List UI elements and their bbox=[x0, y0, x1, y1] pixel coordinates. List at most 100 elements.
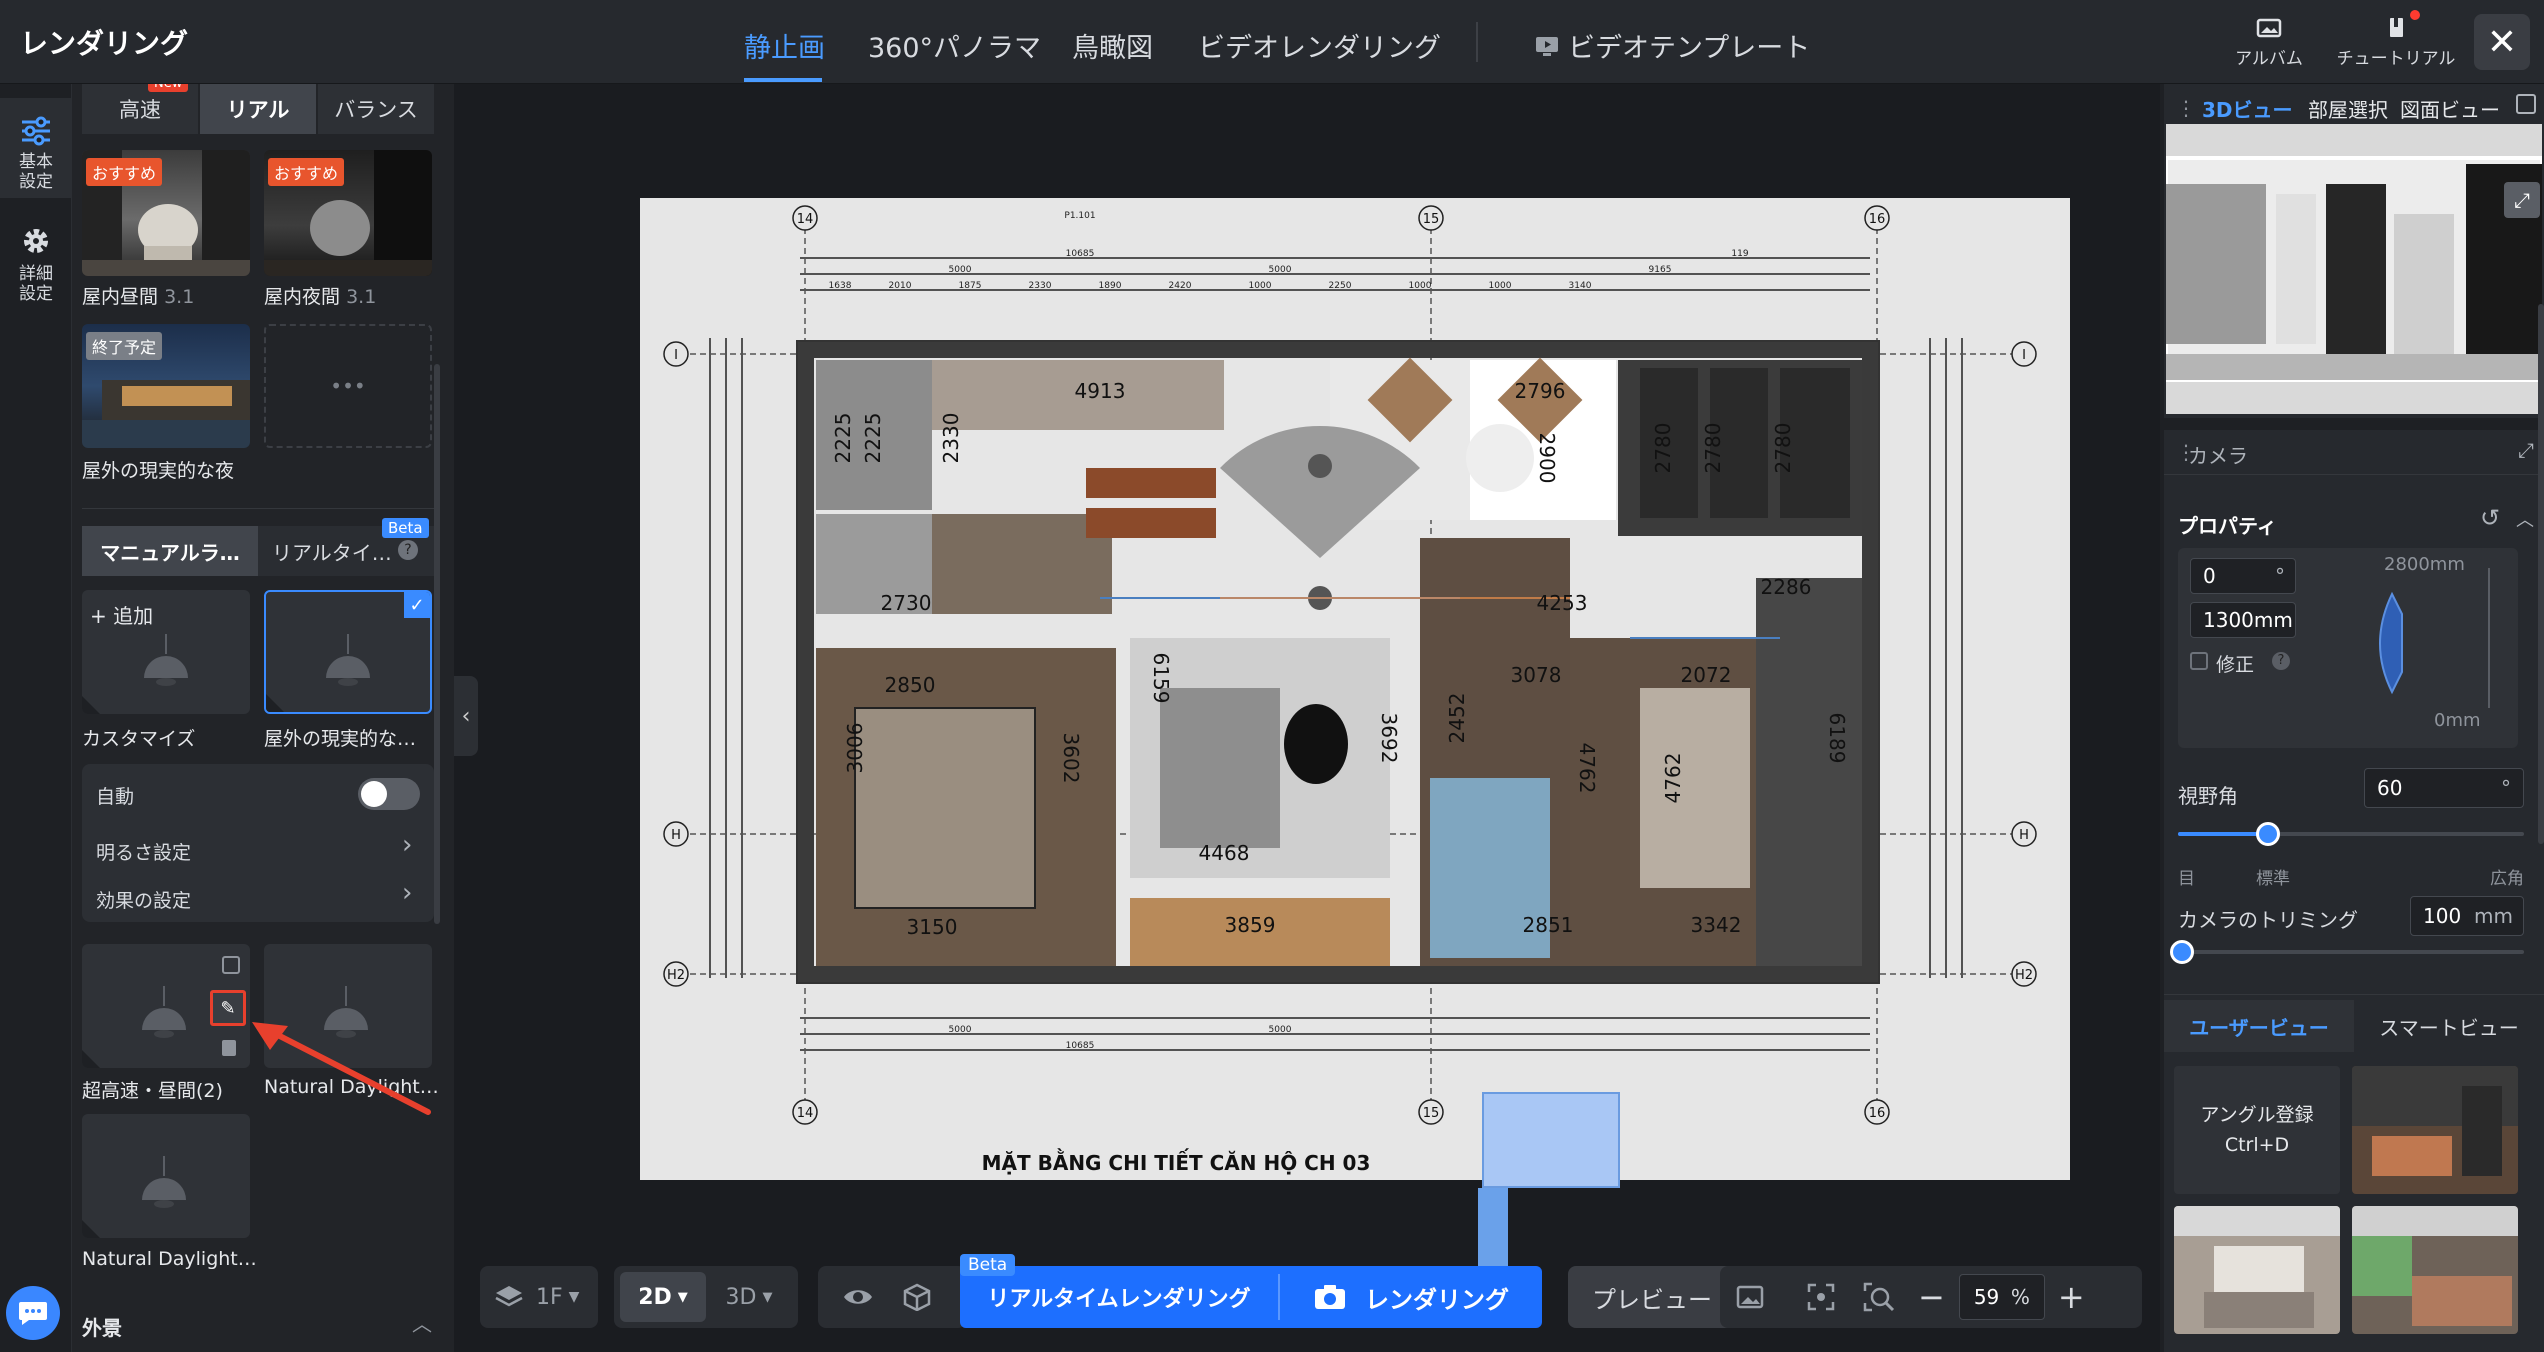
cube-icon[interactable] bbox=[902, 1283, 932, 1311]
zoom-in-button[interactable]: + bbox=[2058, 1278, 2085, 1316]
more-presets-button[interactable]: ••• bbox=[264, 324, 432, 448]
rail-basic-settings[interactable]: 基本設定 bbox=[0, 98, 72, 198]
rail-detail-settings[interactable]: 詳細設定 bbox=[0, 224, 72, 324]
saved-light-card[interactable] bbox=[82, 1114, 250, 1238]
preset-indoor-night[interactable]: おすすめ bbox=[264, 150, 432, 276]
svg-text:2420: 2420 bbox=[1169, 281, 1192, 291]
tab-manual-light[interactable]: マニュアルラ… bbox=[82, 526, 258, 576]
saved-light-card[interactable]: ✎ bbox=[82, 944, 250, 1068]
fit-screen-icon[interactable] bbox=[1806, 1282, 1836, 1312]
right-panel-scrollbar[interactable] bbox=[2538, 304, 2544, 844]
saved-view-thumbnail[interactable] bbox=[2174, 1206, 2340, 1334]
svg-text:14: 14 bbox=[797, 1106, 814, 1121]
trim-unit: mm bbox=[2474, 904, 2513, 928]
zoom-input[interactable]: 59 bbox=[1958, 1274, 2045, 1320]
rotation-input[interactable]: 0 ° bbox=[2190, 558, 2296, 594]
zoom-area-icon[interactable] bbox=[1862, 1281, 1896, 1313]
chevron-right-icon[interactable]: › bbox=[402, 878, 412, 908]
help-icon[interactable]: ? bbox=[398, 540, 418, 560]
ending-badge: 終了予定 bbox=[86, 332, 163, 360]
svg-text:15: 15 bbox=[1423, 1106, 1440, 1121]
zoom-value: 59 bbox=[1973, 1285, 2000, 1309]
chevron-up-icon[interactable]: ︿ bbox=[412, 1308, 432, 1337]
zoom-out-button[interactable]: − bbox=[1918, 1278, 1945, 1316]
eye-icon[interactable] bbox=[842, 1286, 874, 1308]
album-button[interactable]: アルバム bbox=[2234, 16, 2304, 69]
svg-text:2780: 2780 bbox=[1771, 423, 1795, 474]
preview-button[interactable]: プレビュー bbox=[1568, 1266, 1736, 1328]
light-card-customize[interactable]: + 追加 bbox=[82, 590, 250, 714]
lamp-icon bbox=[142, 1156, 186, 1208]
tab-still-image[interactable]: 静止画 bbox=[744, 26, 825, 65]
trash-icon[interactable] bbox=[222, 1040, 236, 1056]
plan-title: MẶT BẰNG CHI TIẾT CĂN HỘ CH 03 bbox=[982, 1149, 1371, 1175]
reset-icon[interactable]: ↺ bbox=[2480, 504, 2500, 532]
fov-mark-eye: 目 bbox=[2178, 869, 2195, 889]
divider bbox=[2164, 994, 2544, 995]
auto-toggle[interactable] bbox=[358, 778, 420, 810]
saved-view-thumbnail[interactable] bbox=[2352, 1206, 2518, 1334]
tab-video-template[interactable]: ビデオテンプレート bbox=[1534, 26, 1810, 65]
collapse-panel-button[interactable]: ‹ bbox=[454, 676, 478, 756]
svg-text:2730: 2730 bbox=[881, 591, 932, 615]
trim-slider-track[interactable] bbox=[2178, 950, 2524, 954]
zoom-tools: − 59 % + bbox=[1720, 1266, 2142, 1328]
preset-indoor-day[interactable]: おすすめ bbox=[82, 150, 250, 276]
left-panel-scrollbar[interactable] bbox=[434, 364, 440, 924]
quality-balance[interactable]: バランス bbox=[318, 84, 434, 134]
3d-view-thumbnail[interactable] bbox=[2166, 124, 2542, 414]
render-button[interactable]: レンダリング bbox=[1280, 1266, 1542, 1328]
stair-marker[interactable] bbox=[1482, 1092, 1620, 1188]
camera-height-indicator[interactable] bbox=[2348, 588, 2408, 708]
register-angle-shortcut: Ctrl+D bbox=[2224, 1134, 2290, 1156]
drag-handle-icon[interactable]: ⋮ bbox=[2176, 96, 2196, 120]
saved-view-thumbnail[interactable] bbox=[2352, 1066, 2518, 1194]
help-icon[interactable]: ? bbox=[2272, 652, 2290, 670]
tab-panorama[interactable]: 360°パノラマ bbox=[868, 26, 1041, 65]
light-card-outdoor[interactable]: ✓ bbox=[264, 590, 432, 714]
mode-3d-button[interactable]: 3D ▼ bbox=[706, 1285, 792, 1310]
tab-video-rendering[interactable]: ビデオレンダリング bbox=[1198, 26, 1441, 65]
mode-2d-button[interactable]: 2D ▼ bbox=[620, 1272, 706, 1322]
fov-slider-fill bbox=[2178, 832, 2268, 836]
fov-mark-standard: 標準 bbox=[2256, 869, 2290, 889]
floor-plan[interactable]: 14 15 16 14 15 16 I H H2 I H H2 4913 222… bbox=[640, 198, 2070, 1180]
image-icon[interactable] bbox=[1736, 1285, 1764, 1309]
svg-text:1000: 1000 bbox=[1249, 281, 1272, 291]
edit-icon[interactable]: ✎ bbox=[210, 990, 246, 1026]
close-button[interactable]: ✕ bbox=[2474, 14, 2530, 70]
expand-icon[interactable]: ⤢ bbox=[2504, 182, 2540, 218]
copy-icon[interactable] bbox=[222, 956, 240, 974]
trim-input[interactable]: 100 mm bbox=[2410, 896, 2524, 936]
fov-slider-thumb[interactable] bbox=[2255, 822, 2280, 846]
tab-room-select[interactable]: 部屋選択 bbox=[2308, 94, 2388, 123]
app-title: レンダリング bbox=[20, 27, 189, 60]
trim-slider-thumb[interactable] bbox=[2170, 940, 2194, 964]
tab-user-view[interactable]: ユーザービュー bbox=[2164, 1000, 2354, 1052]
tab-smart-view[interactable]: スマートビュー bbox=[2354, 1000, 2544, 1052]
tab-3d-view[interactable]: 3Dビュー bbox=[2202, 94, 2293, 123]
floor-selector[interactable]: 1F ▼ bbox=[480, 1266, 598, 1328]
popout-icon[interactable] bbox=[2516, 94, 2536, 114]
chat-button[interactable] bbox=[6, 1286, 60, 1340]
exterior-section-title[interactable]: 外景 bbox=[82, 1312, 122, 1341]
expand-corner-icon[interactable]: ⤢ bbox=[2518, 438, 2534, 462]
interior-thumbnail bbox=[2352, 1066, 2518, 1194]
tab-plan-view[interactable]: 図面ビュー bbox=[2400, 94, 2500, 123]
tab-birdseye[interactable]: 鳥瞰図 bbox=[1072, 26, 1153, 65]
tutorial-button[interactable]: チュートリアル bbox=[2332, 10, 2460, 69]
caret-down-icon: ▼ bbox=[568, 1289, 580, 1305]
chevron-right-icon[interactable]: › bbox=[402, 830, 412, 860]
svg-text:4468: 4468 bbox=[1199, 841, 1250, 865]
fov-input[interactable]: 60 ° bbox=[2364, 768, 2524, 808]
quality-real[interactable]: リアル bbox=[200, 84, 316, 134]
height-input[interactable]: 1300mm bbox=[2190, 602, 2296, 638]
register-angle-button[interactable]: アングル登録 Ctrl+D bbox=[2174, 1066, 2340, 1194]
chevron-up-icon[interactable]: ︿ bbox=[2516, 506, 2534, 532]
fix-checkbox[interactable] bbox=[2190, 652, 2208, 670]
add-light-button[interactable]: + 追加 bbox=[90, 600, 153, 629]
svg-text:4253: 4253 bbox=[1537, 591, 1588, 615]
brightness-settings[interactable]: 明るさ設定 bbox=[96, 838, 191, 865]
preset-outdoor-night[interactable]: 終了予定 bbox=[82, 324, 250, 448]
effect-settings[interactable]: 効果の設定 bbox=[96, 886, 191, 913]
